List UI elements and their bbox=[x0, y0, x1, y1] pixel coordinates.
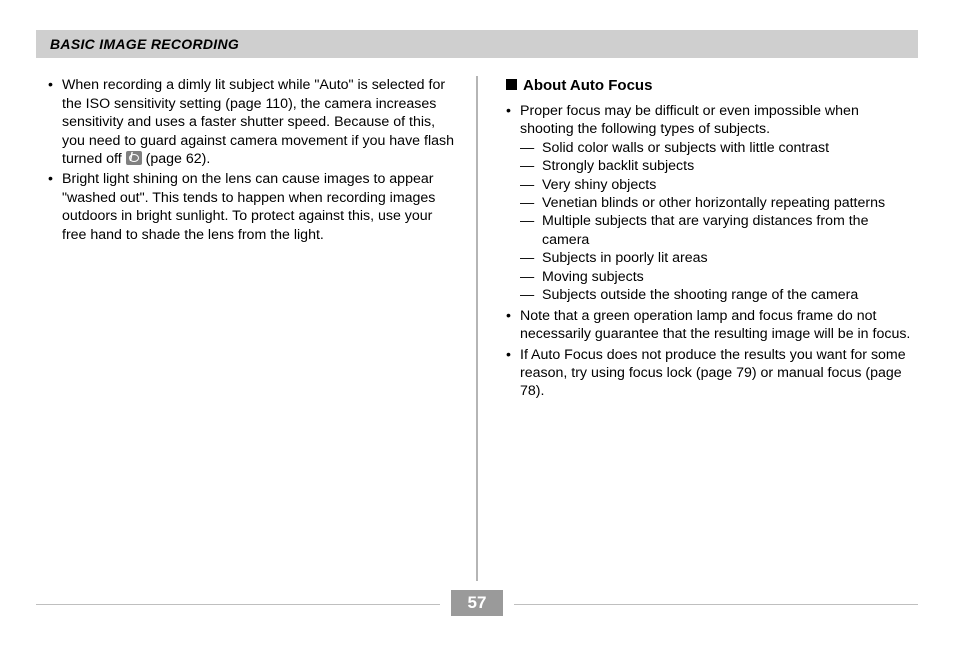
right-dash-list: Solid color walls or subjects with littl… bbox=[520, 139, 912, 305]
right-bullet-2: Note that a green operation lamp and foc… bbox=[506, 307, 912, 344]
left-bullet-1-pre: When recording a dimly lit subject while… bbox=[62, 77, 454, 167]
dash-text: Moving subjects bbox=[542, 269, 644, 285]
dash-item: Multiple subjects that are varying dista… bbox=[520, 212, 912, 249]
dash-text: Subjects in poorly lit areas bbox=[542, 250, 708, 266]
content-columns: When recording a dimly lit subject while… bbox=[36, 76, 918, 581]
right-bullet-3: If Auto Focus does not produce the resul… bbox=[506, 346, 912, 401]
left-bullet-1-post: (page 62). bbox=[146, 151, 211, 167]
section-title-bar: BASIC IMAGE RECORDING bbox=[36, 30, 918, 58]
dash-text: Multiple subjects that are varying dista… bbox=[542, 213, 868, 247]
section-title-text: BASIC IMAGE RECORDING bbox=[50, 36, 239, 52]
right-column: About Auto Focus Proper focus may be dif… bbox=[478, 76, 918, 581]
right-bullet-3-text: If Auto Focus does not produce the resul… bbox=[520, 347, 906, 400]
dash-item: Subjects in poorly lit areas bbox=[520, 249, 912, 267]
right-bullet-1: Proper focus may be difficult or even im… bbox=[506, 102, 912, 305]
flash-off-icon bbox=[126, 151, 142, 165]
left-bullet-1: When recording a dimly lit subject while… bbox=[48, 76, 456, 168]
left-bullet-list: When recording a dimly lit subject while… bbox=[48, 76, 456, 244]
right-bullet-2-text: Note that a green operation lamp and foc… bbox=[520, 308, 910, 342]
page-number-badge: 57 bbox=[451, 590, 503, 616]
footer-rule-right bbox=[514, 604, 918, 605]
page-number-text: 57 bbox=[468, 593, 487, 612]
footer-rule-left bbox=[36, 604, 440, 605]
page-footer: 57 bbox=[36, 592, 918, 618]
dash-text: Venetian blinds or other horizontally re… bbox=[542, 195, 885, 211]
dash-item: Strongly backlit subjects bbox=[520, 157, 912, 175]
dash-item: Moving subjects bbox=[520, 268, 912, 286]
dash-text: Strongly backlit subjects bbox=[542, 158, 694, 174]
dash-item: Very shiny objects bbox=[520, 176, 912, 194]
dash-item: Solid color walls or subjects with littl… bbox=[520, 139, 912, 157]
right-bullet-1-intro: Proper focus may be difficult or even im… bbox=[520, 103, 859, 137]
left-bullet-2-text: Bright light shining on the lens can cau… bbox=[62, 171, 435, 242]
right-bullet-list: Proper focus may be difficult or even im… bbox=[506, 102, 912, 401]
left-bullet-2: Bright light shining on the lens can cau… bbox=[48, 170, 456, 244]
right-subheading-text: About Auto Focus bbox=[523, 77, 652, 94]
dash-item: Subjects outside the shooting range of t… bbox=[520, 286, 912, 304]
manual-page: BASIC IMAGE RECORDING When recording a d… bbox=[0, 0, 954, 646]
dash-text: Very shiny objects bbox=[542, 177, 656, 193]
dash-text: Solid color walls or subjects with littl… bbox=[542, 140, 829, 156]
left-column: When recording a dimly lit subject while… bbox=[36, 76, 476, 581]
dash-item: Venetian blinds or other horizontally re… bbox=[520, 194, 912, 212]
right-subheading: About Auto Focus bbox=[506, 76, 912, 96]
square-bullet-icon bbox=[506, 79, 517, 90]
dash-text: Subjects outside the shooting range of t… bbox=[542, 287, 858, 303]
